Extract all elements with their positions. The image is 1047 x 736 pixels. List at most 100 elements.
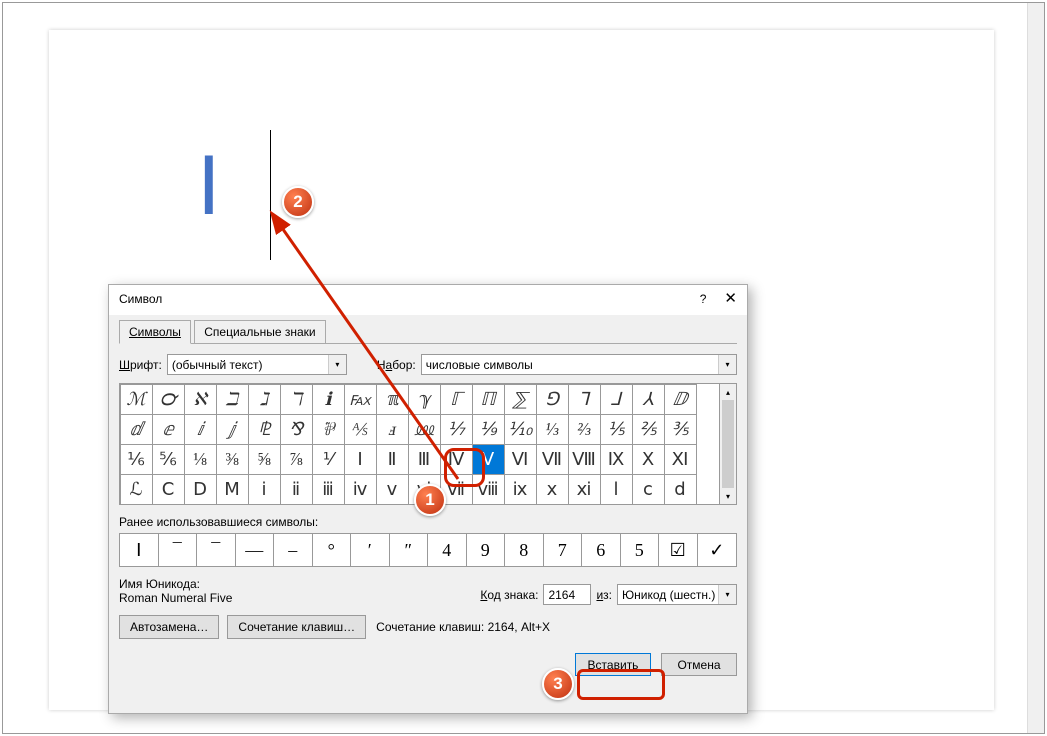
code-input[interactable]: 2164 [543, 584, 591, 605]
symbol-cell[interactable]: Ⅲ [408, 444, 441, 475]
symbol-cell[interactable]: ⅍ [344, 414, 377, 445]
symbol-cell[interactable]: ⅕ [600, 414, 633, 445]
symbol-cell[interactable]: ℵ [184, 384, 217, 415]
symbol-cell[interactable]: ⅑ [472, 414, 505, 445]
recent-cell[interactable]: ☑ [659, 534, 698, 566]
symbol-cell[interactable]: ⅎ [376, 414, 409, 445]
recent-cell[interactable]: ✓ [698, 534, 737, 566]
symbol-cell[interactable]: Ⅿ [216, 474, 249, 505]
symbol-cell[interactable]: ℶ [216, 384, 249, 415]
cancel-button[interactable]: Отмена [661, 653, 737, 676]
insert-button[interactable]: Вставить [575, 653, 651, 676]
recent-cell[interactable]: – [274, 534, 313, 566]
grid-scrollbar[interactable]: ▴ ▾ [720, 383, 737, 505]
symbol-cell[interactable]: ⅒ [504, 414, 537, 445]
symbol-cell[interactable]: Ⅳ [440, 444, 473, 475]
symbol-cell[interactable]: ⅈ [184, 414, 217, 445]
recent-cell[interactable]: ¯ [159, 534, 198, 566]
symbol-cell[interactable]: ⅺ [568, 474, 601, 505]
symbol-cell[interactable]: ⅚ [152, 444, 185, 475]
symbol-cell[interactable]: Ⅱ [376, 444, 409, 475]
symbol-cell[interactable]: ℸ [280, 384, 313, 415]
recent-cell[interactable]: 7 [544, 534, 583, 566]
symbol-cell[interactable]: ⅲ [312, 474, 345, 505]
symbol-cell[interactable]: ℒ [120, 474, 153, 505]
symbol-cell[interactable]: ℼ [376, 384, 409, 415]
symbol-cell[interactable]: ⅏ [408, 414, 441, 445]
tab-special[interactable]: Специальные знаки [194, 320, 325, 343]
recent-cell[interactable]: ° [313, 534, 352, 566]
recent-cell[interactable]: 6 [582, 534, 621, 566]
symbol-cell[interactable]: ⅳ [344, 474, 377, 505]
symbol-cell[interactable]: ⅊ [248, 414, 281, 445]
symbol-cell[interactable]: ⅀ [504, 384, 537, 415]
symbol-cell[interactable]: ℺ [152, 384, 185, 415]
symbol-cell[interactable]: ⅆ [120, 414, 153, 445]
recent-cell[interactable]: ¯ [197, 534, 236, 566]
symbol-cell[interactable]: ℹ [312, 384, 345, 415]
symbol-cell[interactable]: ⅰ [248, 474, 281, 505]
symbol-cell[interactable]: ⅃ [600, 384, 633, 415]
tab-symbols[interactable]: Символы [119, 320, 191, 344]
symbol-cell[interactable]: Ⅹ [632, 444, 665, 475]
set-select[interactable]: числовые символы ▾ [421, 354, 737, 375]
symbol-cell[interactable]: ⅔ [568, 414, 601, 445]
recent-cell[interactable]: ″ [390, 534, 429, 566]
symbol-cell[interactable]: ⅱ [280, 474, 313, 505]
shortcut-keys-button[interactable]: Сочетание клавиш… [227, 615, 366, 639]
scroll-up-icon[interactable]: ▴ [720, 384, 736, 400]
symbol-cell[interactable]: ⅞ [280, 444, 313, 475]
symbol-cell[interactable]: Ⅾ [184, 474, 217, 505]
scroll-thumb[interactable] [722, 400, 734, 488]
symbol-cell[interactable]: ⅄ [632, 384, 665, 415]
symbol-cell[interactable]: ℷ [248, 384, 281, 415]
symbol-cell[interactable]: ⅖ [632, 414, 665, 445]
symbol-cell[interactable]: Ⅽ [152, 474, 185, 505]
symbol-cell[interactable]: ⅓ [536, 414, 569, 445]
symbol-cell[interactable]: Ⅴ [472, 444, 505, 475]
symbol-cell[interactable]: Ⅺ [664, 444, 697, 475]
symbol-cell[interactable]: Ⅷ [568, 444, 601, 475]
symbol-cell[interactable]: ⅇ [152, 414, 185, 445]
symbol-cell[interactable]: ⅐ [440, 414, 473, 445]
scroll-down-icon[interactable]: ▾ [720, 488, 736, 504]
recent-cell[interactable]: 8 [505, 534, 544, 566]
symbol-cell[interactable]: ℻ [344, 384, 377, 415]
symbol-cell[interactable]: ⅝ [248, 444, 281, 475]
symbol-cell[interactable]: Ⅸ [600, 444, 633, 475]
recent-cell[interactable]: — [236, 534, 275, 566]
symbol-cell[interactable]: ⅗ [664, 414, 697, 445]
close-icon[interactable]: ✕ [724, 292, 737, 306]
symbol-cell[interactable]: ⅋ [280, 414, 313, 445]
symbol-cell[interactable]: Ⅵ [504, 444, 537, 475]
symbol-cell[interactable]: ⅾ [664, 474, 697, 505]
symbol-cell[interactable]: ⅛ [184, 444, 217, 475]
help-icon[interactable]: ? [700, 292, 707, 306]
autocorrect-button[interactable]: Автозамена… [119, 615, 219, 639]
symbol-cell[interactable]: ⅟ [312, 444, 345, 475]
symbol-cell[interactable]: Ⅶ [536, 444, 569, 475]
symbol-cell[interactable]: ⅽ [632, 474, 665, 505]
symbol-cell[interactable]: ⅹ [536, 474, 569, 505]
font-select[interactable]: (обычный текст) ▾ [167, 354, 347, 375]
recent-cell[interactable]: Ⅰ [120, 534, 159, 566]
symbol-cell[interactable]: ⅷ [472, 474, 505, 505]
symbol-cell[interactable]: ⅼ [600, 474, 633, 505]
recent-symbols[interactable]: Ⅰ¯¯—–°′″498765☑✓ [119, 533, 737, 567]
recent-cell[interactable]: 9 [467, 534, 506, 566]
symbol-cell[interactable]: ⅙ [120, 444, 153, 475]
symbol-cell[interactable]: ℽ [408, 384, 441, 415]
symbol-cell[interactable]: ⅜ [216, 444, 249, 475]
recent-cell[interactable]: 4 [428, 534, 467, 566]
recent-cell[interactable]: ′ [351, 534, 390, 566]
symbol-cell[interactable]: ⅴ [376, 474, 409, 505]
symbol-cell[interactable]: ⅅ [664, 384, 697, 415]
symbol-cell[interactable]: ℿ [472, 384, 505, 415]
symbol-cell[interactable]: ⅌ [312, 414, 345, 445]
vertical-scrollbar[interactable] [1027, 3, 1044, 733]
symbol-cell[interactable]: ℾ [440, 384, 473, 415]
symbol-cell[interactable]: ⅉ [216, 414, 249, 445]
symbol-cell[interactable]: Ⅰ [344, 444, 377, 475]
symbol-cell[interactable]: ⅸ [504, 474, 537, 505]
symbol-cell[interactable]: ⅂ [568, 384, 601, 415]
